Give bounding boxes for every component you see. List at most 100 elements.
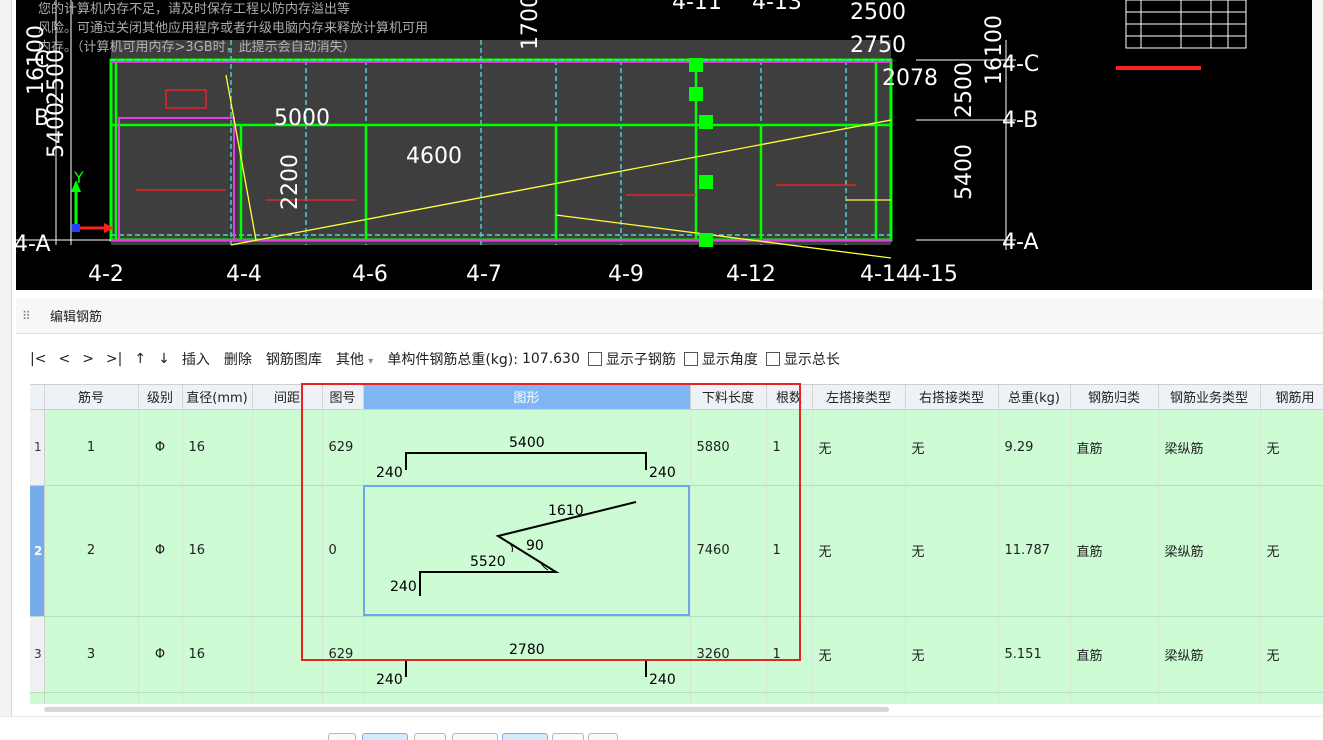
- cell-weight[interactable]: 5.151: [998, 616, 1071, 693]
- column-header[interactable]: 左搭接类型: [812, 385, 906, 410]
- cell-cut-length[interactable]: 7460: [690, 485, 767, 617]
- cell-left-lap[interactable]: 无: [812, 409, 906, 486]
- memory-warning-line2: 风险。可通过关闭其他应用程序或者升级电脑内存来释放计算机可用: [38, 21, 429, 36]
- checkbox-label: 显示子钢筋: [605, 352, 676, 368]
- show-total-length-checkbox[interactable]: 显示总长: [765, 349, 840, 369]
- bottom-tab[interactable]: [502, 733, 548, 740]
- cell-biz-type[interactable]: 梁纵筋: [1158, 616, 1261, 693]
- column-header[interactable]: 间距: [252, 385, 323, 410]
- cell-grade[interactable]: Φ: [138, 616, 183, 693]
- cell-spacing[interactable]: [252, 409, 323, 486]
- cell-usage[interactable]: 无: [1260, 409, 1323, 486]
- cell-cut-length[interactable]: 5880: [690, 409, 767, 486]
- other-menu-button[interactable]: 其他 ▾: [336, 349, 373, 369]
- rebar-library-button[interactable]: 钢筋图库: [266, 349, 322, 369]
- cell-diameter[interactable]: 16: [182, 485, 253, 617]
- column-header[interactable]: 根数: [766, 385, 813, 410]
- cell-shape[interactable]: 240 2780 240: [363, 616, 691, 693]
- bottom-tab[interactable]: [588, 733, 618, 740]
- cell-usage[interactable]: 无: [1260, 485, 1323, 617]
- column-header-selected[interactable]: 图形: [363, 385, 691, 410]
- delete-button[interactable]: 删除: [224, 349, 252, 369]
- cell-biz-type[interactable]: 梁纵筋: [1158, 485, 1261, 617]
- table-header-row: 筋号 级别 直径(mm) 间距 图号 图形 下料长度 根数 左搭接类型 右搭接类…: [30, 385, 1323, 410]
- cell-spacing[interactable]: [252, 485, 323, 617]
- cell-grade[interactable]: Φ: [138, 409, 183, 486]
- cell-no[interactable]: 2: [44, 485, 139, 617]
- cell-left-lap[interactable]: 无: [812, 616, 906, 693]
- row-number-header: [30, 385, 45, 410]
- cell-count[interactable]: 1: [766, 485, 813, 617]
- cad-warning: 您的计算机内存不足，请及时保存工程以防内存溢出等 风险。可通过关闭其他应用程序或…: [38, 0, 428, 57]
- bottom-tab[interactable]: [414, 733, 446, 740]
- table-row-selected[interactable]: 2 2 Φ 16 0 1610 90 5520 240 7460 1 无 无 1…: [30, 485, 1323, 617]
- row-number[interactable]: 1: [30, 409, 45, 486]
- shape-right-length: 240: [649, 465, 676, 481]
- cell-category[interactable]: 直筋: [1070, 409, 1159, 486]
- dimension-label: 5400: [952, 144, 977, 200]
- row-number[interactable]: 3: [30, 616, 45, 693]
- cell-figure[interactable]: 629: [322, 409, 364, 486]
- cell-biz-type[interactable]: 梁纵筋: [1158, 409, 1261, 486]
- cell-diameter[interactable]: 16: [182, 616, 253, 693]
- dimension-label: 2500: [952, 62, 977, 118]
- column-header[interactable]: 钢筋业务类型: [1158, 385, 1261, 410]
- bottom-tab[interactable]: [362, 733, 408, 740]
- bottom-tab[interactable]: [452, 733, 498, 740]
- bottom-tab[interactable]: [328, 733, 356, 740]
- cell-cut-length[interactable]: 3260: [690, 616, 767, 693]
- cell-grade[interactable]: Φ: [138, 485, 183, 617]
- cell-usage[interactable]: 无: [1260, 616, 1323, 693]
- empty-row: [30, 692, 1323, 704]
- cell-count[interactable]: 1: [766, 616, 813, 693]
- move-up-button[interactable]: ↑: [134, 351, 146, 367]
- cell-no[interactable]: 3: [44, 616, 139, 693]
- last-record-button[interactable]: >|: [106, 351, 122, 367]
- dimension-label: 16100: [24, 25, 49, 95]
- dimension-label: 2078: [882, 66, 938, 91]
- show-sub-rebar-checkbox[interactable]: 显示子钢筋: [587, 349, 676, 369]
- cell-left-lap[interactable]: 无: [812, 485, 906, 617]
- cell-weight[interactable]: 9.29: [998, 409, 1071, 486]
- prev-record-button[interactable]: <: [58, 351, 70, 367]
- next-record-button[interactable]: >: [82, 351, 94, 367]
- row-number[interactable]: 2: [30, 485, 45, 617]
- show-angle-checkbox[interactable]: 显示角度: [683, 349, 758, 369]
- cell-category[interactable]: 直筋: [1070, 485, 1159, 617]
- cell-no[interactable]: 1: [44, 409, 139, 486]
- cell-shape-selected[interactable]: 1610 90 5520 240: [363, 485, 691, 617]
- cell-spacing[interactable]: [252, 616, 323, 693]
- drag-handle-icon[interactable]: ⠿: [22, 309, 36, 323]
- first-record-button[interactable]: |<: [30, 351, 46, 367]
- bottom-tab[interactable]: [552, 733, 584, 740]
- column-header[interactable]: 下料长度: [690, 385, 767, 410]
- insert-button[interactable]: 插入: [182, 349, 210, 369]
- column-header[interactable]: 总重(kg): [998, 385, 1071, 410]
- table-row[interactable]: 1 1 Φ 16 629 240 5400 240 5880 1 无 无 9.2…: [30, 409, 1323, 486]
- cell-right-lap[interactable]: 无: [905, 409, 999, 486]
- cell-count[interactable]: 1: [766, 409, 813, 486]
- cell-right-lap[interactable]: 无: [905, 616, 999, 693]
- cell-category[interactable]: 直筋: [1070, 616, 1159, 693]
- shape-angle: 90: [526, 538, 544, 554]
- cad-viewport[interactable]: 您的计算机内存不足，请及时保存工程以防内存溢出等 风险。可通过关闭其他应用程序或…: [16, 0, 1312, 290]
- cell-right-lap[interactable]: 无: [905, 485, 999, 617]
- other-menu-label: 其他: [335, 352, 364, 368]
- horizontal-scrollbar[interactable]: [44, 707, 889, 712]
- column-header[interactable]: 图号: [322, 385, 364, 410]
- column-header[interactable]: 级别: [138, 385, 183, 410]
- column-header[interactable]: 直径(mm): [182, 385, 253, 410]
- column-header[interactable]: 钢筋归类: [1070, 385, 1159, 410]
- table-row[interactable]: 3 3 Φ 16 629 240 2780 240 3260 1 无 无 5.1…: [30, 616, 1323, 693]
- cell-figure[interactable]: 0: [322, 485, 364, 617]
- move-down-button[interactable]: ↓: [158, 351, 170, 367]
- cell-diameter[interactable]: 16: [182, 409, 253, 486]
- checkbox-label: 显示总长: [783, 352, 840, 368]
- shape-left-length: 240: [376, 672, 403, 688]
- column-header[interactable]: 筋号: [44, 385, 139, 410]
- cell-figure[interactable]: 629: [322, 616, 364, 693]
- column-header[interactable]: 钢筋用: [1260, 385, 1323, 410]
- cell-weight[interactable]: 11.787: [998, 485, 1071, 617]
- column-header[interactable]: 右搭接类型: [905, 385, 999, 410]
- cell-shape[interactable]: 240 5400 240: [363, 409, 691, 486]
